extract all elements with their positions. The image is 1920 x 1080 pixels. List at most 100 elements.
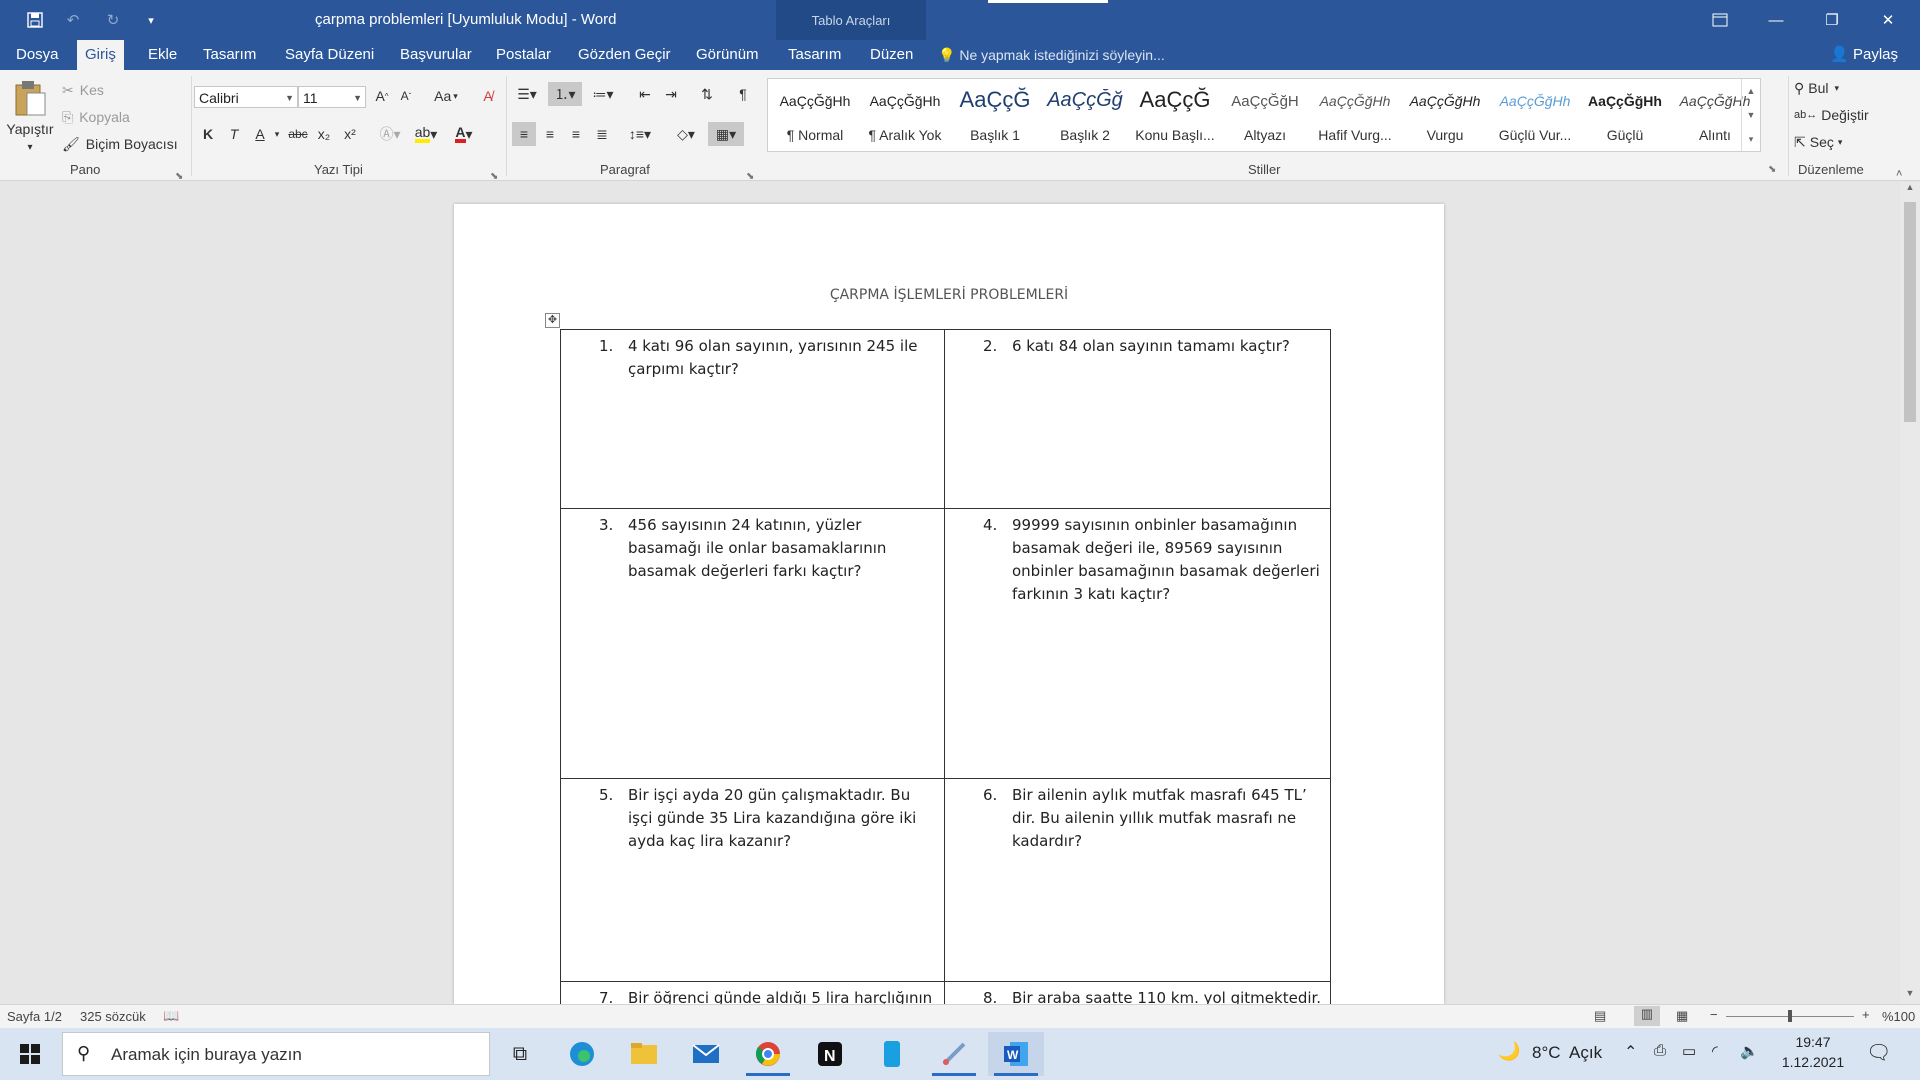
- restore-icon[interactable]: ❐: [1804, 0, 1860, 40]
- superscript-button[interactable]: x²: [340, 122, 360, 146]
- scroll-up-icon[interactable]: ▲: [1900, 182, 1920, 198]
- table-cell[interactable]: 4. 99999 sayısının onbinler basamağının b…: [944, 508, 1331, 779]
- shading-icon[interactable]: ◇▾: [670, 122, 702, 146]
- minimize-icon[interactable]: —: [1748, 0, 1804, 40]
- style-baslik-2[interactable]: AaÇçĞğ Başlık 2: [1040, 79, 1130, 151]
- sort-icon[interactable]: ⇅: [696, 82, 718, 106]
- redo-icon[interactable]: ↻: [100, 8, 126, 32]
- font-color-icon[interactable]: A ▾: [450, 122, 478, 146]
- format-painter-button[interactable]: 🖌 Biçim Boyacısı: [62, 132, 178, 156]
- edge-icon[interactable]: [554, 1032, 610, 1076]
- document-page[interactable]: ÇARPMA İŞLEMLERİ PROBLEMLERİ ✥ 1. 4 katı …: [454, 204, 1444, 1022]
- underline-dropdown-icon[interactable]: ▾: [272, 122, 282, 146]
- tab-duzen[interactable]: Düzen: [862, 40, 921, 70]
- style-guclu[interactable]: AaÇçĞğHh Güçlü: [1580, 79, 1670, 151]
- pano-launcher-icon[interactable]: ⬊: [175, 164, 183, 188]
- numbering-icon[interactable]: ⒈▾: [548, 82, 582, 106]
- gallery-up-icon[interactable]: ▲: [1742, 79, 1760, 103]
- clipboard-icon[interactable]: [8, 78, 52, 118]
- notifications-icon[interactable]: 🗨: [1866, 1040, 1891, 1065]
- underline-button[interactable]: A: [250, 122, 270, 146]
- web-layout-icon[interactable]: ▦: [1676, 1008, 1688, 1024]
- zoom-slider-thumb[interactable]: [1788, 1010, 1792, 1022]
- zoom-out-icon[interactable]: −: [1710, 1007, 1718, 1022]
- change-case-button[interactable]: Aa ▾: [428, 84, 464, 108]
- tab-tasarim[interactable]: Tasarım: [195, 40, 264, 70]
- taskbar-clock[interactable]: 19:47 1.12.2021: [1776, 1034, 1850, 1070]
- select-button[interactable]: ⇱ Seç ▾: [1794, 130, 1842, 154]
- style-guclu-vurgu[interactable]: AaÇçĞğHh Güçlü Vur...: [1490, 79, 1580, 151]
- vertical-scrollbar[interactable]: ▲ ▼: [1900, 182, 1920, 1004]
- meet-now-icon[interactable]: ⎙: [1654, 1042, 1666, 1059]
- paste-button[interactable]: Yapıştır: [4, 120, 56, 138]
- font-name-combo[interactable]: Calibri ▼: [194, 86, 298, 108]
- file-explorer-icon[interactable]: [616, 1032, 672, 1076]
- tab-ekle[interactable]: Ekle: [140, 40, 185, 70]
- scroll-thumb[interactable]: [1904, 202, 1916, 422]
- task-view-icon[interactable]: ⧉: [492, 1032, 548, 1076]
- bullets-icon[interactable]: ☰▾: [512, 82, 542, 106]
- style-hafif-vurgu[interactable]: AaÇçĞğHh Hafif Vurg...: [1310, 79, 1400, 151]
- bold-button[interactable]: K: [198, 122, 218, 146]
- battery-icon[interactable]: ▭: [1682, 1042, 1696, 1060]
- ribbon-display-options-icon[interactable]: [1692, 0, 1748, 40]
- wifi-icon[interactable]: ◜: [1712, 1042, 1718, 1060]
- tell-me-search[interactable]: 💡 Ne yapmak istediğinizi söyleyin...: [938, 40, 1165, 70]
- tab-gorunum[interactable]: Görünüm: [688, 40, 767, 70]
- weather-text[interactable]: 8°C Açık: [1532, 1043, 1602, 1063]
- strikethrough-button[interactable]: abc: [286, 122, 310, 146]
- show-hidden-icons-icon[interactable]: ⌃: [1624, 1042, 1637, 1062]
- tab-sayfa-duzeni[interactable]: Sayfa Düzeni: [277, 40, 382, 70]
- table-cell[interactable]: 5. Bir işçi ayda 20 gün çalışmaktadır. Bu…: [560, 778, 945, 982]
- tab-giris[interactable]: Giriş: [77, 40, 124, 70]
- notion-icon[interactable]: N: [802, 1032, 858, 1076]
- style-vurgu[interactable]: AaÇçĞğHh Vurgu: [1400, 79, 1490, 151]
- mail-icon[interactable]: [678, 1032, 734, 1076]
- paste-dropdown-icon[interactable]: ▾: [22, 140, 38, 154]
- zoom-slider[interactable]: [1726, 1010, 1854, 1022]
- taskbar-search[interactable]: ⚲ Aramak için buraya yazın: [62, 1032, 490, 1076]
- phone-app-icon[interactable]: [864, 1032, 920, 1076]
- align-left-icon[interactable]: ≡: [512, 122, 536, 146]
- share-button[interactable]: 👤 Paylaş: [1830, 40, 1898, 70]
- style-konu-basligi[interactable]: AaÇçĞ Konu Başlı...: [1130, 79, 1220, 151]
- table-move-handle-icon[interactable]: ✥: [545, 313, 560, 328]
- paragraph-launcher-icon[interactable]: ⬊: [746, 164, 754, 188]
- table-cell[interactable]: 1. 4 katı 96 olan sayının, yarısının 245 …: [560, 329, 945, 509]
- style-normal[interactable]: AaÇçĞğHh ¶ Normal: [770, 79, 860, 151]
- cut-button[interactable]: ✂ Kes: [62, 78, 104, 102]
- page-count[interactable]: Sayfa 1/2: [7, 1009, 62, 1024]
- word-app-icon[interactable]: W: [988, 1032, 1044, 1076]
- font-size-combo[interactable]: 11 ▼: [298, 86, 366, 108]
- font-launcher-icon[interactable]: ⬊: [490, 164, 498, 188]
- italic-button[interactable]: T: [224, 122, 244, 146]
- tab-dosya[interactable]: Dosya: [8, 40, 67, 70]
- gallery-down-icon[interactable]: ▼: [1742, 103, 1760, 127]
- shrink-font-button[interactable]: Aˇ: [396, 84, 416, 108]
- decrease-indent-icon[interactable]: ⇤: [634, 82, 656, 106]
- zoom-level[interactable]: %100: [1882, 1009, 1915, 1024]
- close-icon[interactable]: ✕: [1860, 0, 1916, 40]
- undo-icon[interactable]: ↶: [60, 8, 86, 32]
- chrome-icon[interactable]: [740, 1032, 796, 1076]
- weather-moon-icon[interactable]: 🌙: [1498, 1041, 1520, 1062]
- customize-quick-access-icon[interactable]: ▾: [138, 8, 164, 32]
- styles-launcher-icon[interactable]: ⬊: [1768, 164, 1776, 175]
- print-layout-icon[interactable]: ▥: [1634, 1006, 1660, 1026]
- grow-font-button[interactable]: A ^: [372, 84, 392, 108]
- scroll-down-icon[interactable]: ▼: [1900, 988, 1920, 1004]
- borders-icon[interactable]: ▦▾: [708, 122, 744, 146]
- align-center-icon[interactable]: ≡: [538, 122, 562, 146]
- gallery-more-icon[interactable]: ▾: [1742, 127, 1760, 151]
- windows-start-icon[interactable]: [2, 1032, 58, 1076]
- highlight-color-icon[interactable]: ab ▾: [412, 122, 440, 146]
- save-icon[interactable]: [22, 8, 48, 32]
- increase-indent-icon[interactable]: ⇥: [660, 82, 682, 106]
- tab-basvurular[interactable]: Başvurular: [392, 40, 480, 70]
- justify-icon[interactable]: ≣: [590, 122, 614, 146]
- table-cell[interactable]: 3. 456 sayısının 24 katının, yüzler basam…: [560, 508, 945, 779]
- style-baslik-1[interactable]: AaÇçĞ Başlık 1: [950, 79, 1040, 151]
- tab-gozden-gecir[interactable]: Gözden Geçir: [570, 40, 679, 70]
- replace-button[interactable]: ab↔ Değiştir: [1794, 103, 1869, 127]
- text-effects-icon[interactable]: Ⓐ▾: [376, 122, 404, 146]
